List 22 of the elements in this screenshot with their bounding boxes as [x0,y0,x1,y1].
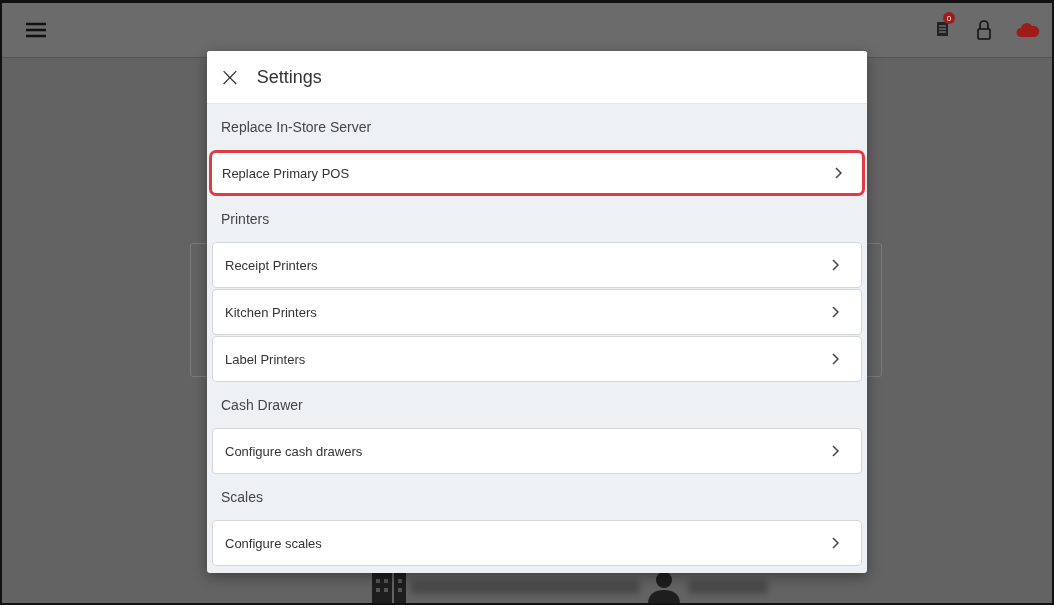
section-heading: Replace In-Store Server [221,119,372,135]
section-heading: Printers [221,211,270,227]
menu-icon[interactable] [26,22,46,38]
building-icon [372,570,406,603]
chevron-icon [831,537,839,549]
lock-icon[interactable] [976,20,992,40]
settings-row[interactable]: Replace Primary POS [209,150,865,196]
settings-row[interactable]: Configure cash drawers [212,428,862,474]
section-heading: Cash Drawer [221,397,303,413]
chevron-icon [831,445,839,457]
dialog-title: Settings [256,66,322,88]
settings-row[interactable]: Label Printers [212,336,862,382]
settings-row[interactable]: Kitchen Printers [212,289,862,335]
chevron-icon [831,306,839,318]
close-button[interactable]: × [217,64,243,90]
chevron-icon [834,167,842,179]
settings-row[interactable]: Configure scales [212,520,862,566]
chevron-icon [831,259,839,271]
chevron-icon [831,353,839,365]
section-heading: Scales [221,489,264,505]
notification-badge: 0 [943,12,955,24]
settings-row[interactable]: Receipt Printers [212,242,862,288]
